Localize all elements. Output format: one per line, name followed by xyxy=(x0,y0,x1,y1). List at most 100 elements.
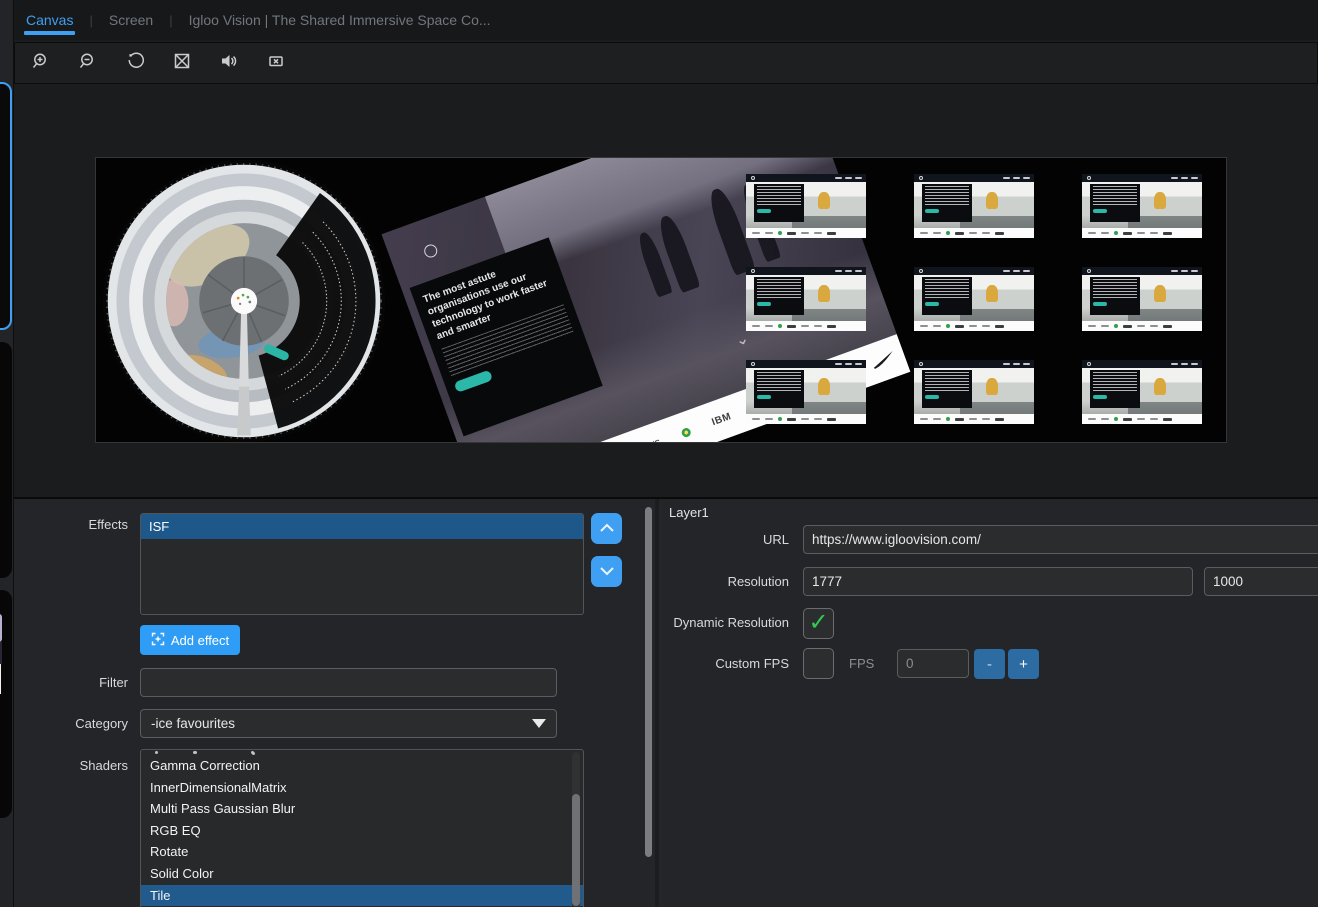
web-page-tile xyxy=(746,174,866,238)
add-effect-button[interactable]: Add effect xyxy=(140,625,240,655)
rotate-button[interactable] xyxy=(122,50,148,76)
tile-cta-button xyxy=(1093,209,1107,213)
shaders-scrollbar[interactable] xyxy=(572,752,580,907)
layer-thumbnail-selected[interactable] xyxy=(0,82,12,330)
fps-input[interactable] xyxy=(897,649,969,678)
tab-igloo-vision-page[interactable]: Igloo Vision | The Shared Immersive Spac… xyxy=(187,2,493,38)
web-page-tile xyxy=(1082,360,1202,424)
atkins-logo: ATKINS xyxy=(631,437,662,443)
tile-nav-strip xyxy=(746,267,866,275)
effect-row-isf[interactable]: ISF xyxy=(141,514,583,539)
dynamic-resolution-checkbox[interactable]: ✓ xyxy=(803,608,834,639)
tile-nav-strip xyxy=(746,360,866,368)
person-figure xyxy=(818,192,830,209)
rotate-icon xyxy=(126,52,144,75)
zoom-in-button[interactable] xyxy=(28,50,54,76)
tile-hero-card xyxy=(1090,277,1139,315)
person-figure xyxy=(1154,192,1166,209)
person-figure xyxy=(986,192,998,209)
tile-nav-strip xyxy=(914,360,1034,368)
tile-logo-footer xyxy=(1082,228,1202,238)
effects-label: Effects xyxy=(14,517,128,532)
shader-row[interactable]: Gamma Correction xyxy=(141,755,583,777)
tab-separator: | xyxy=(169,13,172,28)
fps-increment-button[interactable]: + xyxy=(1008,649,1039,679)
canvas-viewport[interactable]: The most astute organisations use our te… xyxy=(14,84,1318,497)
tab-screen[interactable]: Screen xyxy=(107,2,155,38)
tile-hero-card xyxy=(1090,184,1139,222)
tile-nav-strip xyxy=(1082,267,1202,275)
clear-canvas-button[interactable] xyxy=(169,50,195,76)
canvas-preview-image: The most astute organisations use our te… xyxy=(95,157,1227,443)
filter-input[interactable] xyxy=(140,668,557,697)
tile-logo-icon xyxy=(751,269,755,273)
custom-fps-label: Custom FPS xyxy=(659,656,789,671)
effects-panel: Effects ISF Add effect Filter Category -… xyxy=(14,499,654,907)
thumbnail-image-fragment xyxy=(0,642,2,664)
effects-list[interactable]: ISF xyxy=(140,513,584,615)
zoom-out-icon xyxy=(79,52,97,75)
chevron-down-icon xyxy=(599,563,615,581)
shader-row-clipped[interactable] xyxy=(141,750,583,755)
shader-row[interactable]: RGB EQ xyxy=(141,820,583,842)
add-effect-label: Add effect xyxy=(171,633,229,648)
tile-logo-footer xyxy=(914,228,1034,238)
tab-separator: | xyxy=(89,13,92,28)
tile-logo-footer xyxy=(746,321,866,331)
person-figure xyxy=(1154,378,1166,395)
tile-hero-card xyxy=(754,277,803,315)
audio-button[interactable] xyxy=(216,50,242,76)
fps-decrement-button[interactable]: - xyxy=(974,649,1005,679)
custom-fps-checkbox[interactable]: ✓ xyxy=(803,648,834,679)
tile-hero-card xyxy=(922,370,971,408)
url-label: URL xyxy=(659,532,789,547)
web-page-tile xyxy=(914,267,1034,331)
layer-thumbnail-strip xyxy=(0,0,14,907)
tab-canvas[interactable]: Canvas xyxy=(24,2,75,38)
resolution-height-input[interactable] xyxy=(1204,567,1318,596)
web-page-tile xyxy=(1082,267,1202,331)
layer-thumbnail[interactable] xyxy=(0,342,12,578)
tile-logo-icon xyxy=(919,269,923,273)
move-effect-down-button[interactable] xyxy=(591,556,622,587)
layer-panel: Layer1 URL Resolution Dynamic Resolution… xyxy=(659,499,1318,907)
web-page-tile xyxy=(746,267,866,331)
layer-title: Layer1 xyxy=(669,505,709,520)
add-frame-icon xyxy=(151,632,165,649)
web-page-tile xyxy=(746,360,866,424)
shader-row[interactable]: InnerDimensionalMatrix xyxy=(141,777,583,799)
tile-hero-card xyxy=(754,184,803,222)
resolution-width-input[interactable] xyxy=(803,567,1193,596)
url-input[interactable] xyxy=(803,525,1318,554)
tile-cta-button xyxy=(925,209,939,213)
dropdown-caret-icon xyxy=(532,719,546,728)
category-dropdown[interactable]: -ice favourites xyxy=(140,709,557,738)
category-value: -ice favourites xyxy=(151,716,235,731)
web-page-tile xyxy=(914,360,1034,424)
shader-row[interactable]: Solid Color xyxy=(141,863,583,885)
zoom-out-button[interactable] xyxy=(75,50,101,76)
tile-logo-icon xyxy=(751,176,755,180)
tile-nav-strip xyxy=(1082,174,1202,182)
shader-row-selected[interactable]: Tile xyxy=(141,885,583,907)
person-figure xyxy=(818,378,830,395)
layer-thumbnail[interactable] xyxy=(0,590,12,818)
box-x-icon xyxy=(173,52,191,75)
close-layer-button[interactable] xyxy=(263,50,289,76)
tile-cta-button xyxy=(925,302,939,306)
person-figure xyxy=(986,378,998,395)
tile-nav-strip xyxy=(914,174,1034,182)
web-page-tile xyxy=(914,174,1034,238)
shader-row[interactable]: Multi Pass Gaussian Blur xyxy=(141,798,583,820)
shader-row[interactable]: Rotate xyxy=(141,841,583,863)
shaders-scrollbar-thumb[interactable] xyxy=(572,794,580,906)
move-effect-up-button[interactable] xyxy=(591,513,622,544)
chevron-up-icon xyxy=(599,520,615,538)
tile-hero-card xyxy=(922,277,971,315)
panel-scrollbar-thumb[interactable] xyxy=(645,507,652,857)
tile-logo-footer xyxy=(1082,414,1202,424)
shaders-list[interactable]: Gamma Correction InnerDimensionalMatrix … xyxy=(140,749,584,907)
tile-logo-footer xyxy=(914,321,1034,331)
tile-logo-footer xyxy=(1082,321,1202,331)
tile-logo-icon xyxy=(919,176,923,180)
